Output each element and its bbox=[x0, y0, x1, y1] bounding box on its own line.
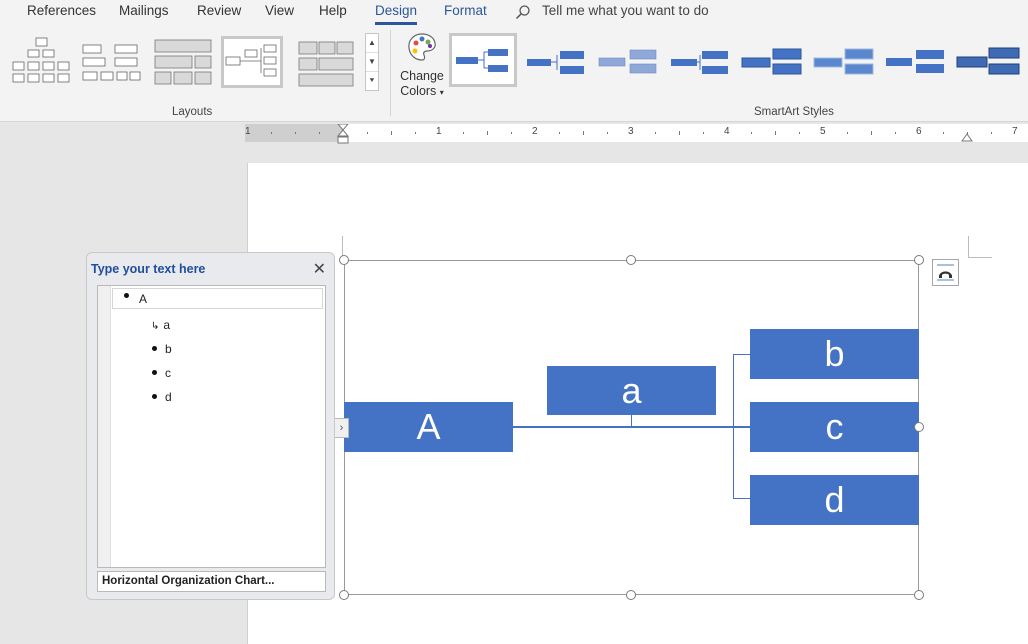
change-colors-button[interactable]: Change Colors ▾ bbox=[398, 32, 446, 100]
gallery-down-arrow-icon[interactable]: ▼ bbox=[366, 53, 378, 72]
list-item[interactable]: b bbox=[152, 342, 172, 356]
close-icon[interactable]: ✕ bbox=[313, 259, 326, 279]
change-colors-label-2: Colors ▾ bbox=[400, 84, 444, 98]
horizontal-ruler[interactable]: 1 1 2 3 4 5 6 7 bbox=[245, 124, 1028, 144]
resize-handle-top[interactable] bbox=[626, 255, 636, 265]
bullet-icon bbox=[152, 394, 157, 400]
smartart-text-pane: Type your text here ✕ A ↳ a b c d Horizon… bbox=[86, 252, 335, 600]
change-colors-label-1: Change bbox=[400, 69, 444, 83]
layouts-group-label: Layouts bbox=[172, 106, 213, 118]
resize-handle-right[interactable] bbox=[914, 422, 924, 432]
right-indent-marker-icon[interactable] bbox=[961, 130, 973, 142]
connector-line bbox=[631, 415, 632, 427]
list-item[interactable]: ↳ a bbox=[151, 318, 170, 332]
tell-me-box[interactable]: Tell me what you want to do bbox=[515, 3, 709, 20]
palette-icon bbox=[408, 33, 436, 61]
resize-handle-top-left[interactable] bbox=[339, 255, 349, 265]
smartart-style-7-thumb[interactable] bbox=[882, 33, 950, 87]
layout-name-title-org-chart-thumb[interactable] bbox=[81, 36, 143, 88]
margin-corner-mark bbox=[968, 236, 969, 258]
tab-review[interactable]: Review bbox=[197, 3, 241, 18]
smartart-style-4-thumb[interactable] bbox=[666, 33, 734, 87]
smartart-styles-group-label: SmartArt Styles bbox=[754, 106, 834, 118]
smartart-style-1-thumb[interactable] bbox=[449, 33, 517, 87]
list-item[interactable]: d bbox=[152, 390, 172, 404]
ribbon-tab-bar: References Mailings Review View Help Des… bbox=[0, 0, 1028, 26]
tell-me-text: Tell me what you want to do bbox=[542, 3, 709, 18]
connector-line bbox=[733, 354, 750, 355]
gallery-up-arrow-icon[interactable]: ▲ bbox=[366, 34, 378, 53]
smartart-node-child-b[interactable]: b bbox=[750, 329, 919, 379]
group-separator bbox=[390, 30, 391, 116]
list-item-text: c bbox=[165, 366, 171, 380]
list-item-text: a bbox=[163, 318, 171, 332]
resize-handle-bottom[interactable] bbox=[626, 590, 636, 600]
smartart-style-8-thumb[interactable] bbox=[954, 33, 1022, 87]
tab-design[interactable]: Design bbox=[375, 3, 418, 25]
connector-line bbox=[733, 498, 750, 499]
smartart-node-child-d[interactable]: d bbox=[750, 475, 919, 525]
layout-table-hierarchy-thumb[interactable] bbox=[297, 36, 359, 88]
smartart-node-child-c[interactable]: c bbox=[750, 402, 919, 452]
margin-corner-mark bbox=[968, 257, 992, 258]
layout-organization-chart-thumb[interactable] bbox=[10, 36, 72, 88]
ribbon: ▲ ▼ ⯆ Layouts Change Colors ▾ SmartArt S… bbox=[0, 26, 1028, 122]
dropdown-arrow-icon: ▾ bbox=[439, 88, 444, 97]
list-item-text: A bbox=[139, 292, 148, 306]
connector-line bbox=[733, 354, 734, 499]
text-pane-title: Type your text here bbox=[91, 262, 206, 276]
list-item[interactable]: c bbox=[152, 366, 171, 380]
smartart-node-root[interactable]: A bbox=[344, 402, 513, 452]
tab-help[interactable]: Help bbox=[319, 3, 347, 18]
bullet-icon bbox=[152, 370, 157, 376]
assistant-arrow-icon: ↳ bbox=[151, 321, 160, 332]
smartart-style-5-thumb[interactable] bbox=[738, 33, 806, 87]
list-item-text: b bbox=[165, 342, 172, 356]
resize-handle-bottom-left[interactable] bbox=[339, 590, 349, 600]
chevron-right-icon: › bbox=[339, 422, 344, 434]
list-item-text: d bbox=[165, 390, 172, 404]
smartart-node-assistant[interactable]: a bbox=[547, 366, 716, 415]
search-icon bbox=[515, 5, 530, 20]
tab-mailings[interactable]: Mailings bbox=[119, 3, 169, 18]
layout-hierarchy-thumb[interactable] bbox=[152, 36, 214, 88]
indent-marker-icon[interactable] bbox=[337, 124, 349, 146]
smartart-style-2-thumb[interactable] bbox=[522, 33, 590, 87]
resize-handle-bottom-right[interactable] bbox=[914, 590, 924, 600]
layout-options-button[interactable] bbox=[932, 259, 959, 286]
bullet-icon bbox=[124, 293, 129, 298]
text-pane-gutter bbox=[98, 286, 111, 567]
resize-handle-top-right[interactable] bbox=[914, 255, 924, 265]
text-pane-list[interactable]: A ↳ a b c d bbox=[97, 285, 326, 568]
layouts-gallery-scroll[interactable]: ▲ ▼ ⯆ bbox=[365, 33, 379, 91]
text-pane-toggle-button[interactable]: › bbox=[334, 418, 349, 438]
tab-view[interactable]: View bbox=[265, 3, 294, 18]
bullet-icon bbox=[152, 346, 157, 352]
ruler-ticks bbox=[271, 131, 992, 135]
smartart-style-6-thumb[interactable] bbox=[810, 33, 878, 87]
gallery-more-icon[interactable]: ⯆ bbox=[366, 72, 378, 91]
tab-references[interactable]: References bbox=[27, 3, 96, 18]
layout-horizontal-org-chart-thumb[interactable] bbox=[221, 36, 283, 88]
tab-format[interactable]: Format bbox=[444, 3, 487, 18]
smartart-style-3-thumb[interactable] bbox=[594, 33, 662, 87]
layout-name-link[interactable]: Horizontal Organization Chart... bbox=[97, 571, 326, 592]
list-item[interactable]: A bbox=[112, 288, 323, 309]
layout-options-icon bbox=[937, 264, 954, 281]
